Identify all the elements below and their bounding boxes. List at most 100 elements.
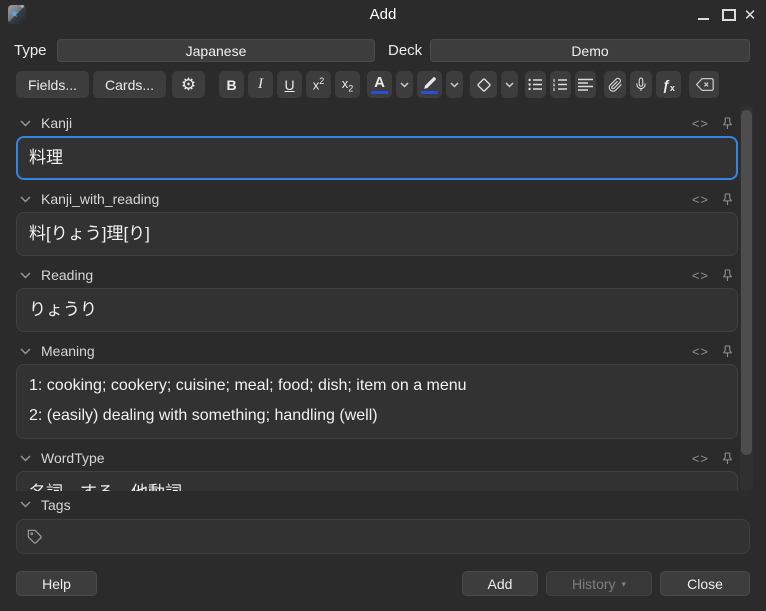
cards-button[interactable]: Cards...	[93, 71, 166, 98]
chevron-down-icon	[505, 82, 514, 88]
collapse-chevron-icon[interactable]	[20, 196, 31, 203]
chevron-down-icon	[450, 82, 459, 88]
html-editor-icon[interactable]: <>	[692, 344, 709, 359]
pin-icon[interactable]	[722, 192, 733, 207]
text-color-dropdown[interactable]	[396, 71, 413, 98]
maximize-button[interactable]	[720, 0, 738, 30]
text-color-button[interactable]: A	[367, 71, 392, 98]
subscript-button[interactable]: x2	[335, 71, 360, 98]
collapse-chevron-icon[interactable]	[20, 272, 31, 279]
field-editor-meaning[interactable]: 1: cooking; cookery; cuisine; meal; food…	[16, 364, 738, 439]
bold-button[interactable]: B	[219, 71, 244, 98]
italic-icon: I	[258, 76, 263, 93]
backspace-icon	[695, 77, 714, 92]
help-button[interactable]: Help	[16, 571, 97, 596]
tag-icon	[27, 529, 43, 545]
backspace-button[interactable]	[689, 71, 719, 98]
history-dropdown-icon: ▾	[622, 579, 627, 590]
add-note-window: ★ ★ Add ✕ Type Japanese Deck Demo Fields…	[0, 0, 766, 611]
titlebar: ★ ★ Add ✕	[0, 0, 766, 30]
text-color-icon: A	[374, 74, 385, 91]
field-label: Kanji_with_reading	[41, 191, 159, 207]
pin-icon[interactable]	[722, 451, 733, 466]
add-button[interactable]: Add	[462, 571, 538, 596]
microphone-icon	[634, 76, 648, 93]
collapse-chevron-icon[interactable]	[20, 501, 31, 508]
pin-icon[interactable]	[722, 268, 733, 283]
italic-button[interactable]: I	[248, 71, 273, 98]
numbered-list-icon	[553, 78, 568, 91]
subscript-icon: x2	[342, 76, 354, 94]
pin-icon[interactable]	[722, 116, 733, 131]
bold-icon: B	[226, 77, 236, 93]
field-editor-reading[interactable]: りょうり	[16, 288, 738, 332]
html-editor-icon[interactable]: <>	[692, 268, 709, 283]
equations-button[interactable]: ƒx	[656, 71, 681, 98]
highlight-color-button[interactable]	[417, 71, 442, 98]
remove-formatting-dropdown[interactable]	[501, 71, 518, 98]
html-editor-icon[interactable]: <>	[692, 116, 709, 131]
tags-section: Tags	[0, 491, 766, 565]
alignment-button[interactable]	[575, 71, 596, 98]
ordered-list-button[interactable]	[550, 71, 571, 98]
fields-scrollbar	[740, 105, 753, 491]
field-header: Kanji <>	[20, 112, 733, 134]
scrollbar-thumb[interactable]	[741, 110, 752, 455]
html-editor-icon[interactable]: <>	[692, 192, 709, 207]
minimize-button[interactable]	[694, 0, 712, 30]
notetype-selector[interactable]: Japanese	[57, 39, 375, 62]
collapse-chevron-icon[interactable]	[20, 455, 31, 462]
paperclip-icon	[608, 77, 623, 93]
text-color-swatch	[371, 91, 388, 94]
highlight-color-dropdown[interactable]	[446, 71, 463, 98]
attach-button[interactable]	[604, 71, 626, 98]
align-text-icon	[578, 78, 593, 91]
field-header: Reading <>	[20, 264, 733, 286]
chevron-down-icon	[400, 82, 409, 88]
gear-icon: ⚙	[181, 76, 196, 93]
tags-input[interactable]	[16, 519, 750, 554]
field-header: Kanji_with_reading <>	[20, 188, 733, 210]
field-group-meaning: Meaning <> 1: cooking; cookery; cuisine;…	[0, 340, 766, 439]
settings-gear-button[interactable]: ⚙	[172, 71, 205, 98]
function-icon: ƒ	[662, 77, 670, 93]
field-header: Meaning <>	[20, 340, 733, 362]
minimize-icon	[698, 18, 709, 20]
field-header: WordType <>	[20, 447, 733, 469]
eraser-icon	[475, 76, 493, 94]
field-label: Kanji	[41, 115, 72, 131]
unordered-list-button[interactable]	[525, 71, 546, 98]
fields-scroll-area: Kanji <> 料理 Kanji_with_reading <> 料[りょう]…	[0, 105, 766, 498]
bullet-list-icon	[528, 78, 543, 91]
remove-formatting-button[interactable]	[470, 71, 497, 98]
history-button[interactable]: History▾	[546, 571, 652, 596]
type-label: Type	[14, 38, 47, 64]
editor-toolbar: Fields... Cards... ⚙ B I U x2 x2 A ƒx	[16, 71, 719, 98]
superscript-button[interactable]: x2	[306, 71, 331, 98]
underline-icon: U	[284, 77, 294, 93]
field-editor-kanji-with-reading[interactable]: 料[りょう]理[り]	[16, 212, 738, 256]
highlight-color-swatch	[421, 91, 438, 94]
field-editor-kanji[interactable]: 料理	[16, 136, 738, 180]
tags-header: Tags	[20, 496, 766, 513]
fields-button[interactable]: Fields...	[16, 71, 89, 98]
field-group-reading: Reading <> りょうり	[0, 264, 766, 332]
field-label: WordType	[41, 450, 105, 466]
collapse-chevron-icon[interactable]	[20, 120, 31, 127]
field-group-kanji: Kanji <> 料理	[0, 112, 766, 180]
marker-pen-icon	[423, 76, 437, 90]
maximize-icon	[722, 9, 736, 21]
html-editor-icon[interactable]: <>	[692, 451, 709, 466]
field-group-kanji-with-reading: Kanji_with_reading <> 料[りょう]理[り]	[0, 188, 766, 256]
close-button[interactable]: Close	[660, 571, 750, 596]
collapse-chevron-icon[interactable]	[20, 348, 31, 355]
deck-label: Deck	[388, 38, 422, 64]
window-close-button[interactable]: ✕	[740, 0, 760, 30]
pin-icon[interactable]	[722, 344, 733, 359]
underline-button[interactable]: U	[277, 71, 302, 98]
superscript-icon: x2	[313, 76, 325, 92]
deck-selector[interactable]: Demo	[430, 39, 750, 62]
window-title: Add	[0, 0, 766, 30]
tags-label: Tags	[41, 497, 71, 513]
record-audio-button[interactable]	[630, 71, 652, 98]
